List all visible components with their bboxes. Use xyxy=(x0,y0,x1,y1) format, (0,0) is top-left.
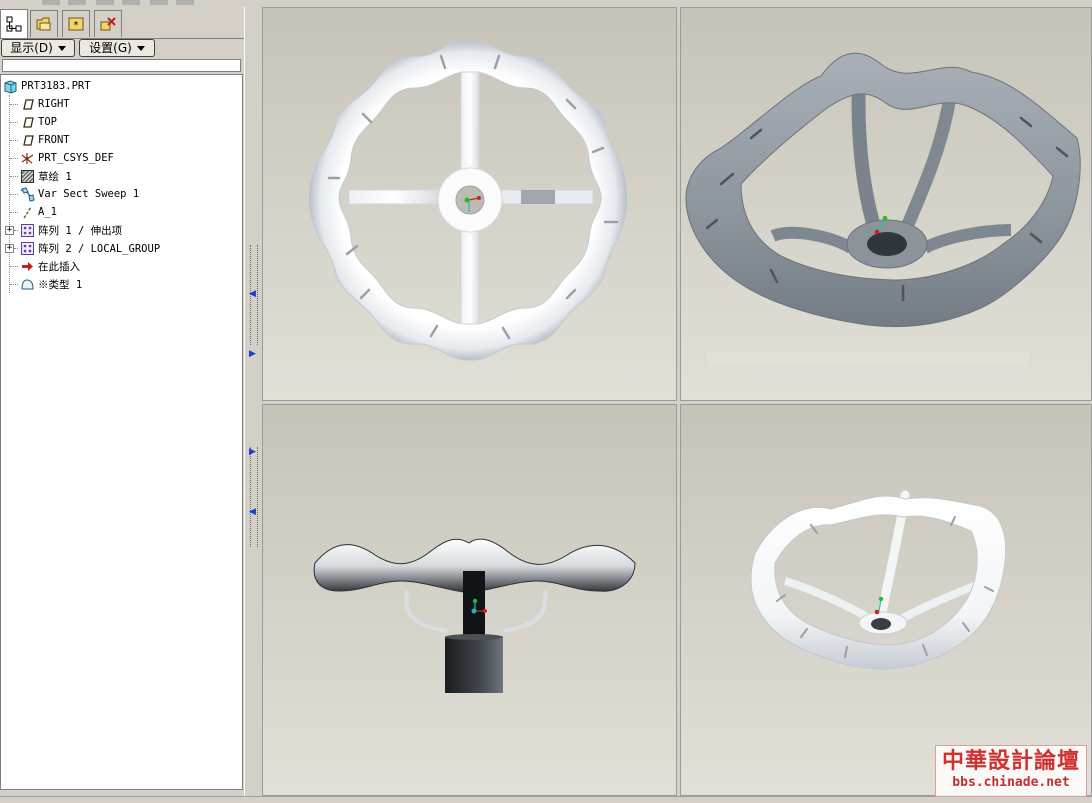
favorites-icon: * xyxy=(68,17,84,31)
tree-guide-line xyxy=(10,122,18,123)
expand-arrow-icon[interactable]: ▶ xyxy=(249,349,256,359)
tree-item-top-plane[interactable]: TOP xyxy=(19,113,57,131)
collapse-arrow-icon[interactable]: ◀ xyxy=(249,289,256,299)
tree-item-label: 草绘 1 xyxy=(38,170,72,183)
show-menu-button[interactable]: 显示(D) xyxy=(1,39,75,57)
part-icon xyxy=(4,79,16,94)
tree-item-label: PRT3183.PRT xyxy=(21,80,91,92)
tree-item-front-plane[interactable]: FRONT xyxy=(19,131,70,149)
watermark-url: bbs.chinade.net xyxy=(952,775,1070,790)
tree-item-pattern-1[interactable]: 阵列 1 / 伸出项 xyxy=(19,221,122,239)
tree-item-label: A_1 xyxy=(38,206,57,218)
handwheel-perspective-view xyxy=(750,490,1007,670)
sweep-icon xyxy=(20,186,35,202)
handwheel-top-view xyxy=(308,40,628,361)
tree-item-root[interactable]: PRT3183.PRT xyxy=(2,77,91,95)
chevron-down-icon xyxy=(57,45,66,51)
reflection-strip xyxy=(707,352,1029,366)
tree-item-label: FRONT xyxy=(38,134,70,146)
sketch-icon xyxy=(20,169,34,183)
toolbar-fragment xyxy=(176,0,194,5)
svg-text:*: * xyxy=(74,20,79,31)
tree-item-pattern-2[interactable]: 阵列 2 / LOCAL_GROUP xyxy=(19,239,160,257)
viewport-isometric-view[interactable] xyxy=(680,7,1092,401)
tree-guide-line xyxy=(10,212,18,213)
connections-icon xyxy=(100,17,116,31)
splitter-grip xyxy=(250,447,258,547)
tree-item-label: 阵列 1 / 伸出项 xyxy=(38,224,123,237)
tree-guide-line xyxy=(10,284,18,285)
tree-item-axis[interactable]: A_1 xyxy=(19,203,57,221)
pattern-icon xyxy=(20,241,34,255)
tree-item-sketch[interactable]: 草绘 1 xyxy=(19,167,72,185)
tab-folder-browser[interactable] xyxy=(30,10,58,37)
toolbar-fragment xyxy=(122,0,140,5)
tree-item-csys[interactable]: PRT_CSYS_DEF xyxy=(19,149,114,167)
tree-guide-line xyxy=(10,176,18,177)
viewport-perspective-view[interactable] xyxy=(680,404,1092,796)
navigator-panel: * 显示(D) 设置(G) PRT3183.PRT RIGHT TOP FRON… xyxy=(0,7,244,796)
settings-menu-label: 设置(G) xyxy=(89,41,132,55)
tree-item-label: PRT_CSYS_DEF xyxy=(38,152,114,164)
tree-item-label: RIGHT xyxy=(38,98,70,110)
tree-guide-line xyxy=(14,230,18,231)
viewport-side-view[interactable] xyxy=(262,404,677,796)
tree-guide-line xyxy=(10,158,18,159)
tree-item-label: 阵列 2 / LOCAL_GROUP xyxy=(38,242,161,255)
watermark-chinese-text: 中華設計論壇 xyxy=(941,748,1080,774)
toolbar-fragment xyxy=(42,0,60,5)
tab-favorites[interactable]: * xyxy=(62,10,90,37)
coordinate-system-icon xyxy=(21,152,33,164)
tree-item-var-sect-sweep[interactable]: Var Sect Sweep 1 xyxy=(19,185,139,203)
model-tree: PRT3183.PRT RIGHT TOP FRONT PRT_CSYS_DEF xyxy=(0,74,243,790)
tree-item-label: Var Sect Sweep 1 xyxy=(38,188,140,200)
toolbar-fragment xyxy=(150,0,168,5)
tree-item-right-plane[interactable]: RIGHT xyxy=(19,95,70,113)
pattern-icon xyxy=(20,223,34,237)
tab-connections[interactable] xyxy=(94,10,122,37)
handwheel-side-view xyxy=(313,538,636,693)
expand-toggle[interactable]: + xyxy=(5,226,14,235)
settings-menu-button[interactable]: 设置(G) xyxy=(79,39,155,57)
datum-plane-icon xyxy=(22,116,34,128)
tree-guide-line xyxy=(10,104,18,105)
chevron-down-icon xyxy=(136,45,145,51)
datum-plane-icon xyxy=(22,134,34,146)
tree-item-insert-here[interactable]: 在此插入 xyxy=(19,257,80,275)
status-strip xyxy=(0,796,1092,803)
tree-filter-field[interactable] xyxy=(2,59,241,72)
panel-splitter[interactable]: ◀ ▶ ▶ ◀ xyxy=(244,7,262,796)
toolbar-fragment xyxy=(68,0,86,5)
expand-toggle[interactable]: + xyxy=(5,244,14,253)
tree-item-label: ※类型 1 xyxy=(38,278,83,291)
tree-item-label: TOP xyxy=(38,116,57,128)
toolbar-fragment xyxy=(96,0,114,5)
tab-model-tree[interactable] xyxy=(0,9,28,38)
insert-here-arrow-icon xyxy=(21,261,33,271)
surface-icon xyxy=(20,278,34,289)
show-menu-label: 显示(D) xyxy=(10,41,53,55)
tree-item-label: 在此插入 xyxy=(38,260,80,273)
tree-item-surface-type[interactable]: ※类型 1 xyxy=(19,275,82,293)
collapse-arrow-icon[interactable]: ◀ xyxy=(249,507,256,517)
tree-guide-line xyxy=(10,194,18,195)
viewport-top-view[interactable] xyxy=(262,7,677,401)
tree-guide-line xyxy=(10,266,18,267)
folder-icon xyxy=(36,17,51,31)
datum-plane-icon xyxy=(22,98,34,110)
watermark: 中華設計論壇 bbs.chinade.net xyxy=(935,745,1087,797)
tree-guide-line xyxy=(10,140,18,141)
model-tree-icon xyxy=(6,16,22,32)
handwheel-isometric-view xyxy=(685,52,1081,366)
viewport-separator[interactable] xyxy=(262,401,1092,404)
datum-axis-icon xyxy=(22,206,32,218)
expand-arrow-icon[interactable]: ▶ xyxy=(249,447,256,457)
tree-guide-line xyxy=(14,248,18,249)
